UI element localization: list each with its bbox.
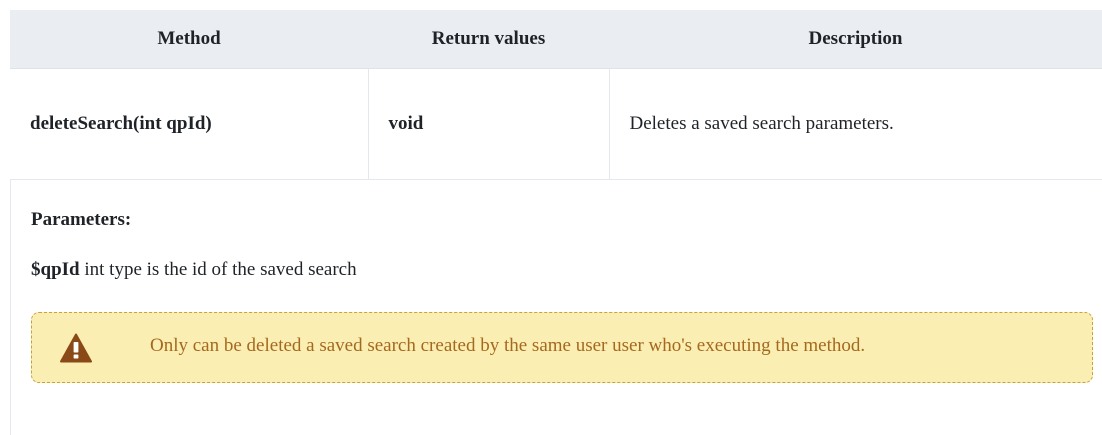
parameter-item: $qpId int type is the id of the saved se… [31,259,357,281]
parameters-section: Parameters: $qpId int type is the id of … [10,179,1102,435]
method-signature: deleteSearch(int qpId) [10,68,369,180]
return-value: void [368,68,610,180]
method-description: Deletes a saved search parameters. [609,68,1102,180]
warning-text: Only can be deleted a saved search creat… [150,335,866,356]
warning-triangle-icon [60,333,92,363]
table-row: deleteSearch(int qpId) void Deletes a sa… [10,68,1102,180]
parameter-description: int type is the id of the saved search [79,259,357,280]
table-header-row: Method Return values Description [10,10,1102,69]
header-method: Method [10,10,368,69]
header-description: Description [609,10,1102,69]
api-doc-page: Method Return values Description deleteS… [0,0,1102,435]
header-return-values: Return values [368,10,609,69]
parameters-title: Parameters: [31,209,132,230]
parameter-name: $qpId [31,259,80,280]
warning-callout: Only can be deleted a saved search creat… [31,312,1093,383]
method-table: Method Return values Description deleteS… [10,10,1102,180]
